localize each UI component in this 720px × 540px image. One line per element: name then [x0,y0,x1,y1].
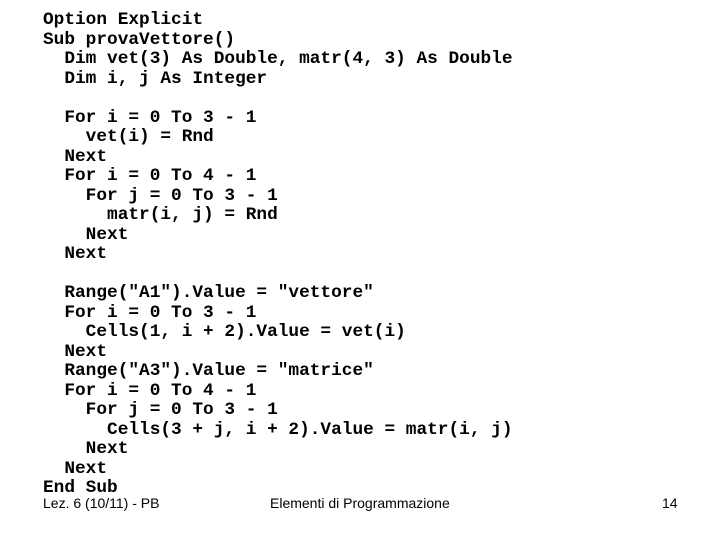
code-line: Sub provaVettore() [43,29,236,50]
code-line: Next [43,341,108,362]
code-line: Next [43,458,108,479]
code-line: Next [43,146,108,167]
page-number: 14 [662,495,678,511]
footer-course-title: Elementi di Programmazione [270,495,450,511]
code-block: Option Explicit Sub provaVettore() Dim ve… [43,10,513,499]
code-line: For i = 0 To 3 - 1 [43,302,257,323]
code-line: Range("A3").Value = "matrice" [43,361,374,381]
code-line: Option Explicit [43,10,204,30]
code-line: For i = 0 To 3 - 1 [43,107,257,128]
code-line: vet(i) = Rnd [43,127,214,147]
code-line: Next [43,439,129,459]
code-line: Next [43,244,108,264]
code-line: For j = 0 To 3 - 1 [43,185,278,206]
code-line: Dim i, j As Integer [43,68,268,89]
code-line: matr(i, j) = Rnd [43,205,278,225]
code-line: Range("A1").Value = "vettore" [43,283,374,303]
code-line: For j = 0 To 3 - 1 [43,400,278,420]
code-line: Next [43,224,129,245]
code-line: For i = 0 To 4 - 1 [43,166,257,186]
code-line: Dim vet(3) As Double, matr(4, 3) As Doub… [43,49,513,69]
code-line: Cells(3 + j, i + 2).Value = matr(i, j) [43,419,513,440]
code-line: For i = 0 To 4 - 1 [43,380,257,401]
code-line: Cells(1, i + 2).Value = vet(i) [43,322,406,342]
footer-lecture-label: Lez. 6 (10/11) - PB [43,495,160,511]
